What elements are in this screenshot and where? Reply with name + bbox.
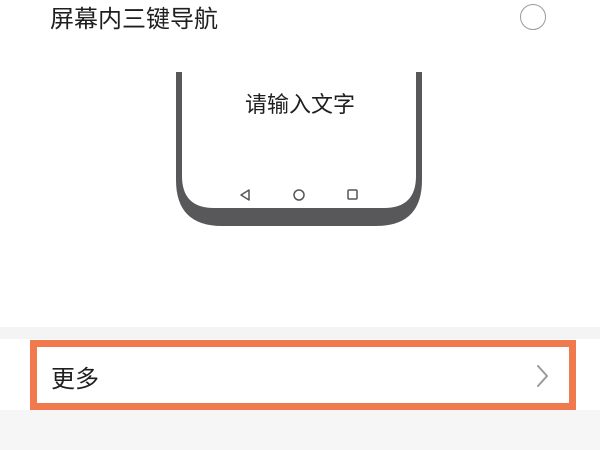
home-circle-icon — [293, 189, 305, 201]
recents-square-icon — [347, 189, 358, 200]
more-settings-row[interactable]: 更多 — [30, 340, 576, 410]
phone-preview-illustration — [176, 72, 422, 226]
more-settings-label: 更多 — [51, 365, 99, 393]
section-divider — [0, 327, 600, 339]
preview-placeholder-text: 请输入文字 — [244, 93, 355, 118]
bottom-background — [0, 410, 600, 450]
back-triangle-icon — [240, 189, 250, 201]
chevron-right-icon — [537, 365, 548, 387]
